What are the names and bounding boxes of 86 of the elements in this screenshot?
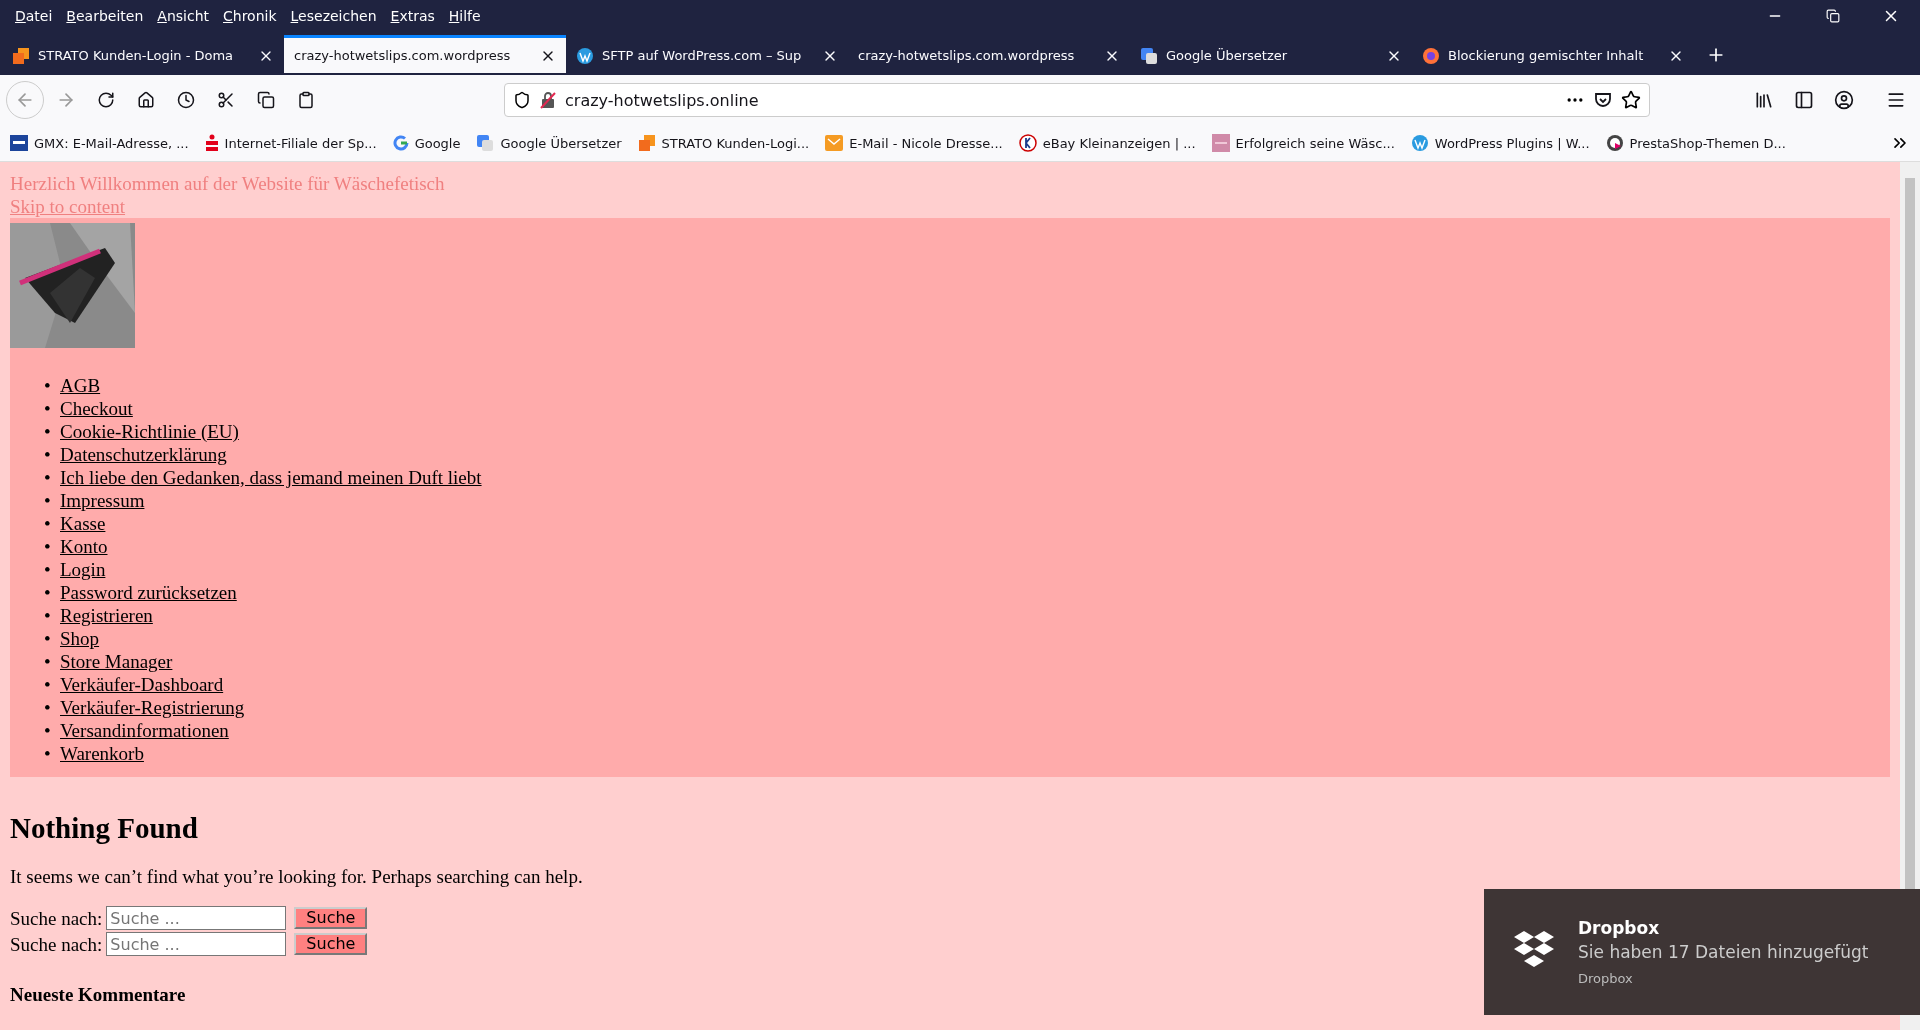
list-bullet: •: [44, 489, 52, 512]
search-label: Suche nach:: [10, 932, 103, 956]
crossed-lock-icon[interactable]: [539, 91, 557, 109]
notification-toast[interactable]: Dropbox Sie haben 17 Dateien hinzugefügt Dropbox: [1484, 889, 1920, 1015]
list-bullet: •: [44, 420, 52, 443]
star-icon[interactable]: [1621, 90, 1641, 110]
nav-link[interactable]: Verkäufer-Dashboard: [60, 673, 224, 696]
nav-link[interactable]: Datenschutzerklärung: [60, 443, 227, 466]
nav-link[interactable]: Kasse: [60, 512, 106, 535]
notification-source: Dropbox: [1578, 971, 1634, 986]
nav-link[interactable]: Konto: [60, 535, 108, 558]
bookmark-item[interactable]: STRATO Kunden-Logi...: [637, 134, 810, 152]
menu-item[interactable]: Bearbeiten: [59, 8, 151, 24]
search-label: Suche nach:: [10, 906, 103, 930]
dropbox-icon: [1514, 929, 1554, 969]
menu-item[interactable]: Lesezeichen: [283, 8, 384, 24]
list-bullet: •: [44, 581, 52, 604]
nav-link[interactable]: Password zurücksetzen: [60, 581, 237, 604]
notification-title: Dropbox: [1578, 917, 1661, 939]
wordpress-icon: [1410, 134, 1429, 152]
message-text: It seems we can’t find what you’re looking for. Perhaps searching can help.: [10, 865, 583, 888]
pocket-icon[interactable]: [1593, 90, 1613, 110]
k-circle-icon: [1018, 134, 1037, 152]
shield-icon[interactable]: [513, 91, 531, 109]
bookmark-item[interactable]: Google: [392, 135, 461, 151]
nav-link[interactable]: Shop: [60, 627, 100, 650]
squares-icon: [12, 46, 30, 65]
list-bullet: •: [44, 397, 52, 420]
browser-tab[interactable]: crazy-hotwetslips.com.wordpress: [284, 35, 566, 73]
list-bullet: •: [44, 673, 52, 696]
list-bullet: •: [44, 627, 52, 650]
mail-icon: [825, 135, 844, 151]
search-button[interactable]: Suche: [294, 907, 368, 929]
list-bullet: •: [44, 466, 52, 489]
bookmark-item[interactable]: PrestaShop-Themen D...: [1605, 134, 1786, 152]
bookmark-item[interactable]: eBay Kleinanzeigen | ...: [1018, 134, 1196, 152]
browser-tab[interactable]: crazy-hotwetslips.com.wordpress: [848, 35, 1130, 73]
list-bullet: •: [44, 558, 52, 581]
browser-tab[interactable]: SFTP auf WordPress.com – Sup: [566, 35, 848, 73]
list-bullet: •: [44, 512, 52, 535]
bookmark-item[interactable]: Google Übersetzer: [476, 134, 622, 152]
nav-link[interactable]: Checkout: [60, 397, 133, 420]
nav-link[interactable]: Versandinformationen: [60, 719, 229, 742]
browser-tab[interactable]: STRATO Kunden-Login - Doma: [2, 35, 284, 73]
page-heading: Nothing Found: [10, 811, 198, 845]
list-bullet: •: [44, 650, 52, 673]
site-tagline: Herzlich Willkommen auf der Website für Wäschefetisch: [10, 172, 445, 195]
puffin-icon: [1605, 134, 1624, 152]
list-bullet: •: [44, 374, 52, 397]
nav-link[interactable]: Impressum: [60, 489, 145, 512]
nav-link[interactable]: Verkäufer-Registrierung: [60, 696, 245, 719]
browser-tab[interactable]: Blockierung gemischter Inhalt: [1412, 35, 1694, 73]
list-bullet: •: [44, 604, 52, 627]
nav-link[interactable]: Registrieren: [60, 604, 153, 627]
nav-link[interactable]: AGB: [60, 374, 101, 397]
bookmark-item[interactable]: Internet-Filiale der Sp...: [204, 134, 377, 152]
browser-tab[interactable]: Google Übersetzer: [1130, 35, 1412, 73]
wordpress-icon: [576, 46, 594, 65]
squares-icon: [637, 134, 656, 152]
nav-link[interactable]: Cookie-Richtlinie (EU): [60, 420, 239, 443]
menu-item[interactable]: Datei: [8, 8, 60, 24]
bookmark-item[interactable]: E-Mail - Nicole Dresse...: [825, 135, 1003, 151]
nav-link[interactable]: Store Manager: [60, 650, 173, 673]
search-field[interactable]: Suche ...: [106, 906, 287, 930]
bookmark-item[interactable]: Erfolgreich seine Wäsc...: [1211, 134, 1395, 152]
bookmark-item[interactable]: WordPress Plugins | W...: [1410, 134, 1590, 152]
search-field[interactable]: Suche ...: [106, 932, 287, 956]
nav-link[interactable]: Warenkorb: [60, 742, 144, 765]
notification-message: Sie haben 17 Dateien hinzugefügt: [1578, 941, 1869, 964]
nav-link[interactable]: Ich liebe den Gedanken, dass jemand meinen Duft liebt: [60, 466, 482, 489]
list-bullet: •: [44, 443, 52, 466]
menu-item[interactable]: Hilfe: [441, 8, 488, 24]
address-bar[interactable]: crazy-hotwetslips.online: [504, 83, 1650, 117]
widget-title: Neueste Kommentare: [10, 983, 186, 1006]
list-bullet: •: [44, 742, 52, 765]
menu-item[interactable]: Extras: [383, 8, 442, 24]
thumbnail-icon: [1211, 134, 1230, 152]
search-button[interactable]: Suche: [294, 933, 368, 955]
bookmark-item[interactable]: GMX: E-Mail-Adresse, ...: [10, 135, 189, 151]
menu-item[interactable]: Ansicht: [150, 8, 216, 24]
list-bullet: •: [44, 719, 52, 742]
menu-item[interactable]: Chronik: [216, 8, 284, 24]
nav-link[interactable]: Login: [60, 558, 106, 581]
list-bullet: •: [44, 535, 52, 558]
google-icon: [392, 135, 409, 151]
list-bullet: •: [44, 696, 52, 719]
